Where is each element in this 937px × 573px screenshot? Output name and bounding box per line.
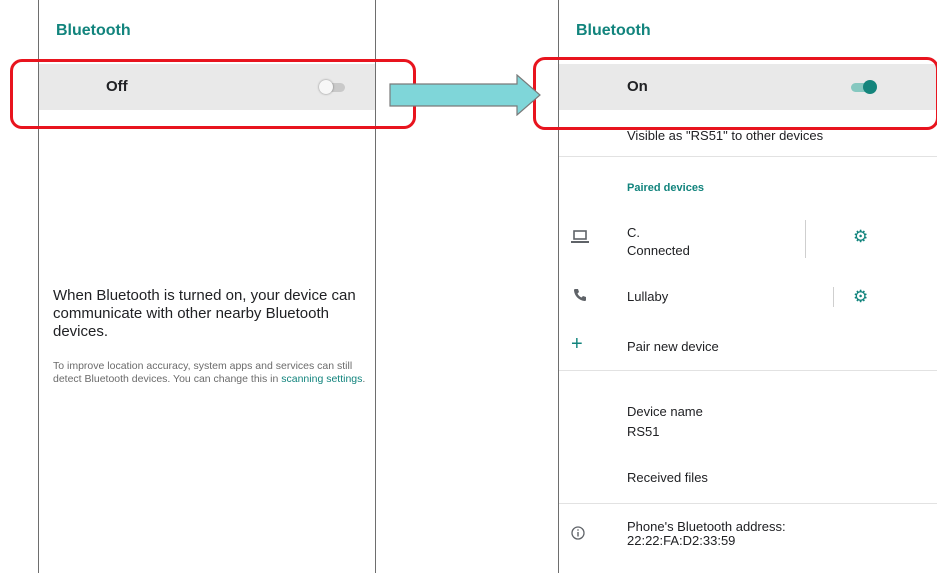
received-files-row[interactable]: Received files bbox=[627, 470, 708, 485]
bluetooth-description: When Bluetooth is turned on, your device… bbox=[53, 287, 356, 340]
highlight-box-on bbox=[533, 57, 937, 130]
screen-title: Bluetooth bbox=[576, 22, 651, 39]
gear-icon[interactable]: ⚙ bbox=[853, 288, 868, 305]
vertical-separator bbox=[805, 220, 806, 258]
device-status: Connected bbox=[627, 243, 690, 258]
paired-devices-header: Paired devices bbox=[627, 182, 705, 194]
location-accuracy-note: To improve location accuracy, system app… bbox=[53, 360, 373, 386]
visible-as-text: Visible as "RS51" to other devices bbox=[627, 128, 824, 143]
device-name: C. bbox=[627, 225, 640, 240]
highlight-box-off bbox=[10, 59, 416, 129]
transition-arrow-icon bbox=[389, 74, 541, 116]
gear-icon[interactable]: ⚙ bbox=[853, 228, 868, 245]
plus-icon: + bbox=[571, 333, 583, 355]
device-name-value: RS51 bbox=[627, 424, 660, 439]
scanning-settings-link[interactable]: scanning settings bbox=[281, 373, 362, 385]
phone-icon bbox=[574, 289, 586, 301]
screen-title: Bluetooth bbox=[56, 22, 131, 39]
laptop-icon bbox=[571, 230, 589, 243]
divider bbox=[559, 156, 937, 157]
vertical-separator bbox=[833, 287, 834, 307]
device-name-label: Device name bbox=[627, 404, 703, 419]
note-suffix: . bbox=[362, 373, 366, 385]
device-name: Lullaby bbox=[627, 289, 669, 304]
info-icon bbox=[571, 526, 585, 540]
bluetooth-address-value: 22:22:FA:D2:33:59 bbox=[627, 533, 736, 548]
bluetooth-address-label: Phone's Bluetooth address: bbox=[627, 519, 786, 534]
divider bbox=[559, 503, 937, 504]
pair-new-device-label: Pair new device bbox=[627, 339, 719, 354]
divider bbox=[559, 370, 937, 371]
